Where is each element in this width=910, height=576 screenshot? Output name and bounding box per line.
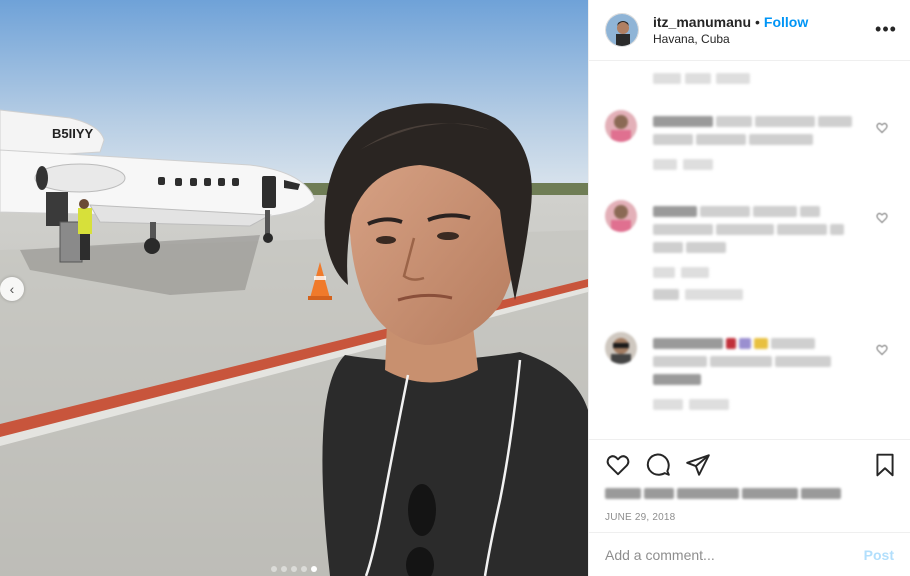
post-actions: JUNE 29, 2018: [589, 439, 910, 531]
carousel-dot: [271, 566, 277, 572]
separator-dot: •: [755, 14, 760, 30]
post-comment-button[interactable]: Post: [864, 547, 894, 563]
post-header: itz_manumanu • Follow Havana, Cuba •••: [589, 0, 910, 61]
selfie-at-airport-image: B5IIYY: [0, 0, 588, 576]
comments-list: [589, 62, 910, 438]
comment-like-icon[interactable]: [876, 344, 888, 356]
post-details-panel: itz_manumanu • Follow Havana, Cuba ••• J…: [588, 0, 910, 576]
aircraft-registration-text: B5IIYY: [52, 126, 94, 141]
comment-text-redacted: [653, 114, 864, 170]
add-comment-bar: Post: [589, 532, 910, 576]
comment-text-redacted: [653, 336, 864, 410]
comment-meta-partial: [605, 70, 894, 85]
follow-button[interactable]: Follow: [764, 14, 808, 30]
bookmark-icon[interactable]: [872, 452, 898, 478]
author-avatar[interactable]: [605, 13, 639, 47]
carousel-dot: [291, 566, 297, 572]
share-icon[interactable]: [685, 452, 711, 478]
likes-count-redacted[interactable]: [605, 488, 841, 499]
previous-photo-button[interactable]: ‹: [0, 277, 24, 301]
post-photo[interactable]: B5IIYY ‹: [0, 0, 588, 576]
chevron-left-icon: ‹: [9, 281, 15, 297]
comment-item: [605, 200, 894, 310]
carousel-indicator: [0, 566, 588, 572]
carousel-dot: [301, 566, 307, 572]
comment-item: [605, 110, 894, 190]
comment-icon[interactable]: [645, 452, 671, 478]
carousel-dot: [281, 566, 287, 572]
comment-input[interactable]: [605, 546, 856, 563]
commenter-avatar[interactable]: [605, 200, 637, 232]
more-options-icon[interactable]: •••: [874, 17, 898, 41]
author-username[interactable]: itz_manumanu: [653, 14, 751, 30]
commenter-avatar[interactable]: [605, 110, 637, 142]
comment-like-icon[interactable]: [876, 122, 888, 134]
comment-like-icon[interactable]: [876, 212, 888, 224]
commenter-avatar[interactable]: [605, 332, 637, 364]
carousel-dot-active: [311, 566, 317, 572]
post-date[interactable]: JUNE 29, 2018: [605, 512, 675, 523]
heart-icon[interactable]: [605, 452, 631, 478]
comment-item: [605, 332, 894, 432]
post-location[interactable]: Havana, Cuba: [653, 32, 808, 46]
comment-text-redacted: [653, 204, 864, 300]
